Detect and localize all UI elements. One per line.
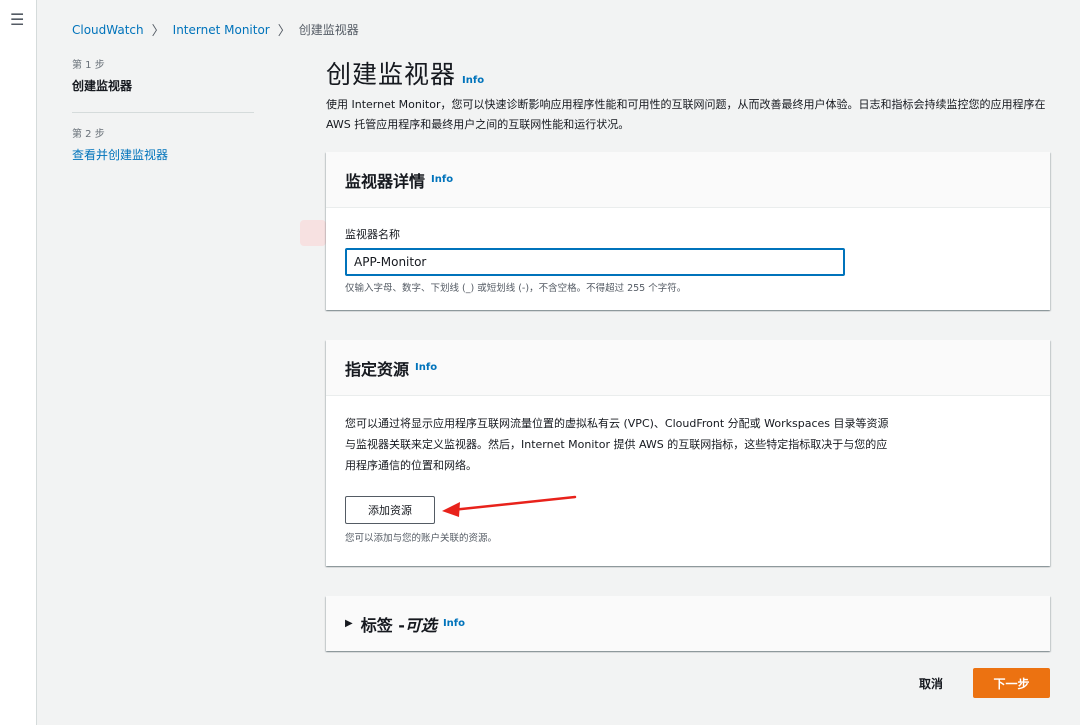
tags-header[interactable]: ▶ 标签 - 可选 Info bbox=[326, 596, 1050, 651]
monitor-name-label: 监视器名称 bbox=[345, 228, 400, 241]
step-2-number: 第 2 步 bbox=[72, 129, 105, 140]
wizard-footer: 取消 下一步 bbox=[913, 668, 1050, 698]
page-title: 创建监视器 bbox=[326, 60, 457, 89]
tags-title: 标签 - bbox=[360, 615, 405, 635]
page-description: 使用 Internet Monitor，您可以快速诊断影响应用程序性能和可用性的… bbox=[326, 98, 1046, 131]
step-1-title: 创建监视器 bbox=[72, 79, 133, 93]
breadcrumb-current: 创建监视器 bbox=[298, 23, 359, 37]
chevron-right-icon: 〉 bbox=[277, 24, 291, 39]
specify-resources-info-link[interactable]: Info bbox=[415, 362, 437, 373]
wizard-steps: 第 1 步 创建监视器 第 2 步 查看并创建监视器 bbox=[72, 56, 254, 163]
step-2-link[interactable]: 查看并创建监视器 bbox=[72, 146, 254, 163]
tags-optional-label: 可选 bbox=[404, 615, 437, 635]
chevron-right-icon: 〉 bbox=[151, 24, 165, 39]
specify-resources-description: 您可以通过将显示应用程序互联网流量位置的虚拟私有云 (VPC)、CloudFro… bbox=[345, 417, 889, 472]
caret-right-icon[interactable]: ▶ bbox=[345, 618, 353, 629]
monitor-details-info-link[interactable]: Info bbox=[431, 174, 453, 185]
step-1-number: 第 1 步 bbox=[72, 60, 105, 71]
breadcrumb-cloudwatch[interactable]: CloudWatch bbox=[72, 23, 144, 37]
side-navigation-strip: ☰ bbox=[0, 0, 37, 725]
breadcrumb-internet-monitor[interactable]: Internet Monitor bbox=[173, 23, 270, 37]
specify-resources-title: 指定资源 bbox=[345, 359, 410, 379]
monitor-details-card: 监视器详情 Info 监视器名称 仅输入字母、数字、下划线 (_) 或短划线 (… bbox=[326, 152, 1050, 310]
page-info-link[interactable]: Info bbox=[462, 75, 484, 86]
hamburger-menu-icon[interactable]: ☰ bbox=[10, 12, 24, 28]
monitor-details-header: 监视器详情 Info bbox=[326, 152, 1050, 208]
tags-info-link[interactable]: Info bbox=[443, 618, 465, 629]
tags-card[interactable]: ▶ 标签 - 可选 Info bbox=[326, 596, 1050, 651]
monitor-details-title: 监视器详情 bbox=[345, 171, 426, 191]
add-resources-button[interactable]: 添加资源 bbox=[345, 496, 435, 524]
next-button[interactable]: 下一步 bbox=[973, 668, 1050, 698]
monitor-name-input[interactable] bbox=[345, 248, 845, 276]
page-header: 创建监视器 Info bbox=[326, 55, 484, 91]
add-resources-hint: 您可以添加与您的账户关联的资源。 bbox=[345, 533, 498, 544]
cancel-button[interactable]: 取消 bbox=[913, 674, 949, 693]
breadcrumb: CloudWatch 〉 Internet Monitor 〉 创建监视器 bbox=[72, 20, 359, 40]
specify-resources-header: 指定资源 Info bbox=[326, 340, 1050, 396]
monitor-name-hint: 仅输入字母、数字、下划线 (_) 或短划线 (-)，不含空格。不得超过 255 … bbox=[345, 283, 687, 294]
floating-search-icon[interactable] bbox=[300, 220, 326, 246]
annotation-arrow-icon bbox=[442, 495, 577, 517]
specify-resources-card: 指定资源 Info 您可以通过将显示应用程序互联网流量位置的虚拟私有云 (VPC… bbox=[326, 340, 1050, 566]
step-divider bbox=[72, 112, 254, 113]
